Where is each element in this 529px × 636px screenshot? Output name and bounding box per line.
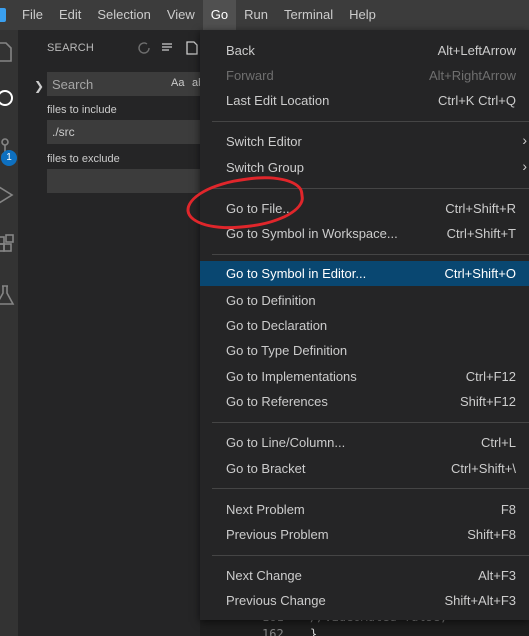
search-icon[interactable] (0, 84, 18, 114)
menu-item-go-to-references[interactable]: Go to References Shift+F12 (200, 389, 529, 414)
extensions-icon[interactable] (0, 230, 18, 260)
menu-item-go-to-symbol-editor[interactable]: Go to Symbol in Editor... Ctrl+Shift+O (200, 261, 529, 286)
menu-separator (212, 121, 529, 122)
menu-item-label: Forward (226, 68, 274, 83)
menu-bar: File Edit Selection View Go Run Terminal… (14, 0, 384, 30)
menu-item-shortcut: Shift+F12 (459, 394, 516, 409)
menu-item-label: Switch Group (226, 160, 305, 175)
menu-item-switch-editor[interactable]: Switch Editor › (200, 129, 529, 154)
menu-item-go-to-bracket[interactable]: Go to Bracket Ctrl+Shift+\ (200, 456, 529, 481)
menu-item-shortcut: Ctrl+Shift+T (446, 226, 516, 241)
clear-results-icon[interactable] (160, 40, 176, 56)
source-control-badge: 1 (1, 150, 17, 166)
menu-item-go-to-line[interactable]: Go to Line/Column... Ctrl+L (200, 430, 529, 455)
menu-item-shortcut: Alt+RightArrow (428, 68, 516, 83)
testing-flask-icon[interactable] (0, 280, 18, 310)
menu-item-last-edit-location[interactable]: Last Edit Location Ctrl+K Ctrl+Q (200, 88, 529, 113)
menu-item-previous-change[interactable]: Previous Change Shift+Alt+F3 (200, 588, 529, 613)
files-include-label: files to include (47, 104, 117, 116)
menu-item-shortcut: Ctrl+F12 (465, 369, 516, 384)
vscode-logo-icon (0, 8, 6, 22)
submenu-chevron-icon: › (522, 158, 527, 174)
menu-item-shortcut: Ctrl+Shift+R (445, 201, 516, 216)
search-sidebar: SEARCH ❯ Aa ab files to include files to… (18, 30, 218, 636)
menu-item-previous-problem[interactable]: Previous Problem Shift+F8 (200, 522, 529, 547)
sidebar-title: SEARCH (47, 42, 95, 54)
menu-item-label: Go to Type Definition (226, 343, 348, 358)
menu-item-go-to-implementations[interactable]: Go to Implementations Ctrl+F12 (200, 364, 529, 389)
menu-separator (212, 555, 529, 556)
menu-item-label: Go to Symbol in Editor... (226, 266, 367, 281)
menu-item-label: Switch Editor (226, 134, 302, 149)
menu-item-shortcut: Alt+LeftArrow (437, 43, 516, 58)
submenu-chevron-icon: › (522, 132, 527, 148)
menu-selection[interactable]: Selection (89, 0, 158, 30)
activity-bar: 1 (0, 30, 18, 636)
menu-run[interactable]: Run (236, 0, 276, 30)
menu-item-forward: Forward Alt+RightArrow (200, 63, 529, 88)
explorer-icon[interactable] (0, 38, 18, 68)
match-case-toggle[interactable]: Aa (171, 77, 184, 89)
toggle-replace-chevron-icon[interactable]: ❯ (34, 79, 44, 93)
menu-item-label: Go to Bracket (226, 461, 306, 476)
menu-view[interactable]: View (159, 0, 203, 30)
menu-separator (212, 254, 529, 255)
menu-item-shortcut: Ctrl+Shift+O (444, 266, 516, 281)
menu-help[interactable]: Help (341, 0, 384, 30)
menu-item-label: Last Edit Location (226, 93, 330, 108)
menu-item-label: Go to Declaration (226, 318, 328, 333)
menu-item-shortcut: Ctrl+Shift+\ (450, 461, 516, 476)
menu-item-next-problem[interactable]: Next Problem F8 (200, 497, 529, 522)
title-bar: File Edit Selection View Go Run Terminal… (0, 0, 529, 30)
menu-item-label: Previous Problem (226, 527, 329, 542)
menu-item-go-to-declaration[interactable]: Go to Declaration (200, 313, 529, 338)
menu-item-shortcut: Shift+F8 (467, 527, 516, 542)
search-box: Aa ab (47, 72, 218, 96)
menu-item-label: Back (226, 43, 255, 58)
menu-terminal[interactable]: Terminal (276, 0, 341, 30)
menu-item-go-to-definition[interactable]: Go to Definition (200, 288, 529, 313)
menu-item-go-to-type-definition[interactable]: Go to Type Definition (200, 338, 529, 363)
menu-separator (212, 488, 529, 489)
menu-item-label: Go to Line/Column... (226, 435, 346, 450)
menu-item-label: Next Change (226, 568, 302, 583)
menu-item-next-change[interactable]: Next Change Alt+F3 (200, 563, 529, 588)
menu-file[interactable]: File (14, 0, 51, 30)
menu-item-shortcut: Ctrl+L (480, 435, 516, 450)
files-exclude-box (47, 169, 218, 193)
menu-item-shortcut: Shift+Alt+F3 (444, 593, 516, 608)
menu-item-label: Go to Implementations (226, 369, 357, 384)
menu-item-shortcut: Ctrl+K Ctrl+Q (437, 93, 516, 108)
menu-item-label: Go to References (226, 394, 328, 409)
files-include-input[interactable] (47, 120, 212, 144)
line-number: 162 (262, 627, 284, 636)
files-exclude-label: files to exclude (47, 153, 120, 165)
files-exclude-input[interactable] (47, 169, 212, 193)
menu-go[interactable]: Go (202, 0, 237, 30)
menu-edit[interactable]: Edit (51, 0, 89, 30)
menu-item-label: Next Problem (226, 502, 305, 517)
go-menu-dropdown: Back Alt+LeftArrow Forward Alt+RightArrow … (200, 30, 529, 620)
refresh-icon[interactable] (136, 40, 152, 56)
sidebar-actions (136, 40, 200, 56)
code-text: } (310, 627, 318, 636)
menu-item-label: Go to Symbol in Workspace... (226, 226, 398, 241)
search-input[interactable] (47, 72, 167, 96)
menu-item-label: Previous Change (226, 593, 326, 608)
menu-item-shortcut: Alt+F3 (478, 568, 516, 583)
menu-item-label: Go to Definition (226, 293, 316, 308)
files-include-box (47, 120, 218, 144)
new-search-editor-icon[interactable] (184, 40, 200, 56)
menu-item-back[interactable]: Back Alt+LeftArrow (200, 38, 529, 63)
menu-item-shortcut: F8 (500, 502, 516, 517)
menu-separator (212, 422, 529, 423)
run-debug-icon[interactable] (0, 180, 18, 210)
